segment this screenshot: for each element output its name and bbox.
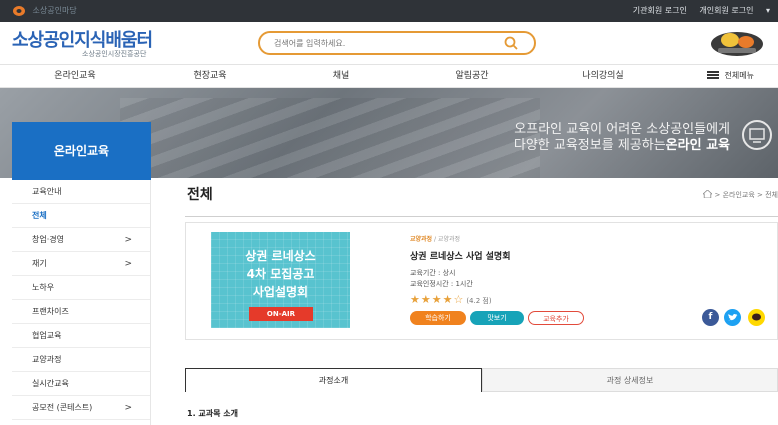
sidebar-item-cooperation[interactable]: 협업교육 [12,324,150,348]
monitor-icon [742,120,772,150]
logo-icon [13,5,25,16]
hero-text-highlight: 온라인 교육 [665,138,730,153]
keyboard-background [120,98,540,178]
brand-subtitle: 소상공인시장진흥공단 [82,50,147,58]
course-info: 교양과정 / 교양과정 상권 르네상스 사업 설명회 교육기간 : 상시 교육인… [410,234,660,306]
study-button[interactable]: 학습하기 [410,311,466,325]
category-primary: 교양과정 [410,236,433,243]
chevron-right-icon: > [124,259,132,269]
sidebar-item-restart[interactable]: 재기 > [12,252,150,276]
sidebar-item-label: 실시간교육 [32,379,69,388]
logo-text: 소상공인마당 [32,6,77,15]
sidebar-item-label: 프랜차이즈 [32,307,69,316]
course-period: 교육기간 : 상시 [410,269,456,277]
sidebar-item-label: 창업·경영 [32,235,64,244]
section-title: 1. 교과목 소개 [187,409,238,418]
thumbnail-line2: 4차 모집공고 [246,267,315,281]
tab-course-intro[interactable]: 과정소개 [185,368,482,392]
sidebar-item-franchise[interactable]: 프랜차이즈 [12,300,150,324]
star-icons: ★★★★☆ [410,293,465,306]
sidebar-item-label: 협업교육 [32,331,62,340]
on-air-badge: ON-AIR [249,307,313,321]
nav-notice[interactable]: 알림공간 [417,65,527,87]
rating-stars: ★★★★☆ (4.2 점) [410,293,660,306]
sidebar-item-knowhow[interactable]: 노하우 [12,276,150,300]
home-icon[interactable] [703,190,713,198]
nav-channel[interactable]: 채널 [286,65,396,87]
rating-score: (4.2 점) [466,297,492,305]
page-title: 전체 [187,187,213,203]
sidebar-item-guide[interactable]: 교육안내 [12,180,150,204]
sidebar-item-label: 교육안내 [32,187,62,196]
category-secondary: / 교양과정 [432,236,461,243]
breadcrumb: > 온라인교육 > 전체 [703,190,778,200]
site-logo[interactable]: 소상공인마당 [12,4,78,18]
sidebar-item-label: 전체 [32,211,47,220]
search-icon[interactable] [504,36,518,50]
sidebar-item-label: 재기 [32,259,47,268]
twitter-icon[interactable] [724,309,741,326]
login-dropdown-icon[interactable]: ▾ [766,6,770,15]
personal-login-link[interactable]: 개인회원 로그인 [699,6,753,15]
sidebar-item-live[interactable]: 실시간교육 [12,372,150,396]
sidebar-item-label: 노하우 [32,283,55,292]
search-box [258,31,536,55]
mascot-image [711,32,763,56]
sidebar-menu: 교육안내 전체 창업·경영 > 재기 > 노하우 프랜차이즈 협업교육 교양과정 실… [12,180,151,425]
course-thumbnail[interactable]: 상권 르네상스 4차 모집공고 사업설명회 ON-AIR [211,232,350,328]
tab-course-detail[interactable]: 과정 상세정보 [482,368,778,392]
course-meta: 교육기간 : 상시 교육인정시간 : 1시간 [410,268,660,290]
sidebar-item-label: 교양과정 [32,355,62,364]
sidebar-item-contest[interactable]: 공모전 (콘테스트) > [12,396,150,420]
chevron-right-icon: > [124,403,132,413]
institution-login-link[interactable]: 기관회원 로그인 [633,6,687,15]
course-card: 상권 르네상스 4차 모집공고 사업설명회 ON-AIR 교양과정 / 교양과정… [185,222,778,340]
title-divider [185,216,778,217]
course-category: 교양과정 / 교양과정 [410,234,660,243]
chevron-right-icon: > [124,235,132,245]
add-course-button[interactable]: 교육추가 [528,311,584,325]
breadcrumb-text[interactable]: > 온라인교육 > 전체 [715,191,778,199]
hero-text-line2: 다양한 교육정보를 제공하는온라인 교육 [514,134,730,153]
preview-button[interactable]: 맛보기 [470,311,524,325]
top-utility-bar: 소상공인마당 기관회원 로그인 개인회원 로그인 ▾ [0,0,778,22]
course-title[interactable]: 상권 르네상스 사업 설명회 [410,249,660,262]
sidebar-title: 온라인교육 [12,122,151,180]
all-menu-label: 전체메뉴 [724,71,754,80]
sidebar-item-label: 공모전 (콘테스트) [32,403,93,412]
site-header: 소상공인지식배움터 소상공인시장진흥공단 [0,22,778,64]
all-menu-button[interactable]: 전체메뉴 [706,65,754,87]
nav-online-education[interactable]: 온라인교육 [20,65,130,87]
hero-text-line2-prefix: 다양한 교육정보를 제공하는 [513,138,666,153]
facebook-icon[interactable]: f [702,309,719,326]
main-navigation: 온라인교육 현장교육 채널 알림공간 나의강의실 전체메뉴 [0,64,778,88]
kakaotalk-icon[interactable] [748,309,765,326]
nav-field-education[interactable]: 현장교육 [155,65,265,87]
course-hours: 교육인정시간 : 1시간 [410,280,473,288]
login-links: 기관회원 로그인 개인회원 로그인 ▾ [623,0,770,22]
sidebar-item-liberal[interactable]: 교양과정 [12,348,150,372]
main-content: 전체 > 온라인교육 > 전체 상권 르네상스 4차 모집공고 사업설명회 ON… [185,180,778,425]
sidebar-item-startup[interactable]: 창업·경영 > [12,228,150,252]
course-tabs: 과정소개 과정 상세정보 [185,368,778,392]
search-input[interactable] [274,36,494,50]
thumbnail-line3: 사업설명회 [252,285,309,299]
thumbnail-line1: 상권 르네상스 [245,249,316,263]
sidebar-item-all[interactable]: 전체 [12,204,150,228]
nav-my-classroom[interactable]: 나의강의실 [548,65,658,87]
hamburger-icon [706,71,719,79]
brand-logo[interactable]: 소상공인지식배움터 소상공인시장진흥공단 [12,26,153,58]
